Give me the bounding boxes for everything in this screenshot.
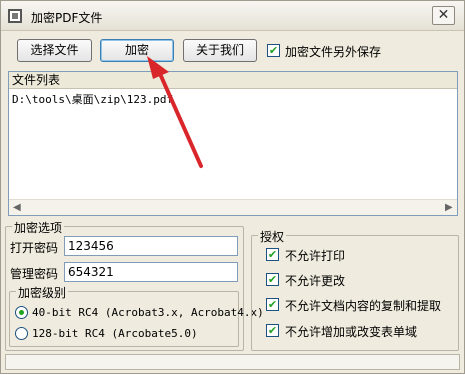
annotation-arrow-icon xyxy=(147,56,203,168)
main-window: 加密PDF文件 ✕ 选择文件 加密 关于我们 ✔ 加密文件另外保存 文件列表 D… xyxy=(0,0,465,374)
